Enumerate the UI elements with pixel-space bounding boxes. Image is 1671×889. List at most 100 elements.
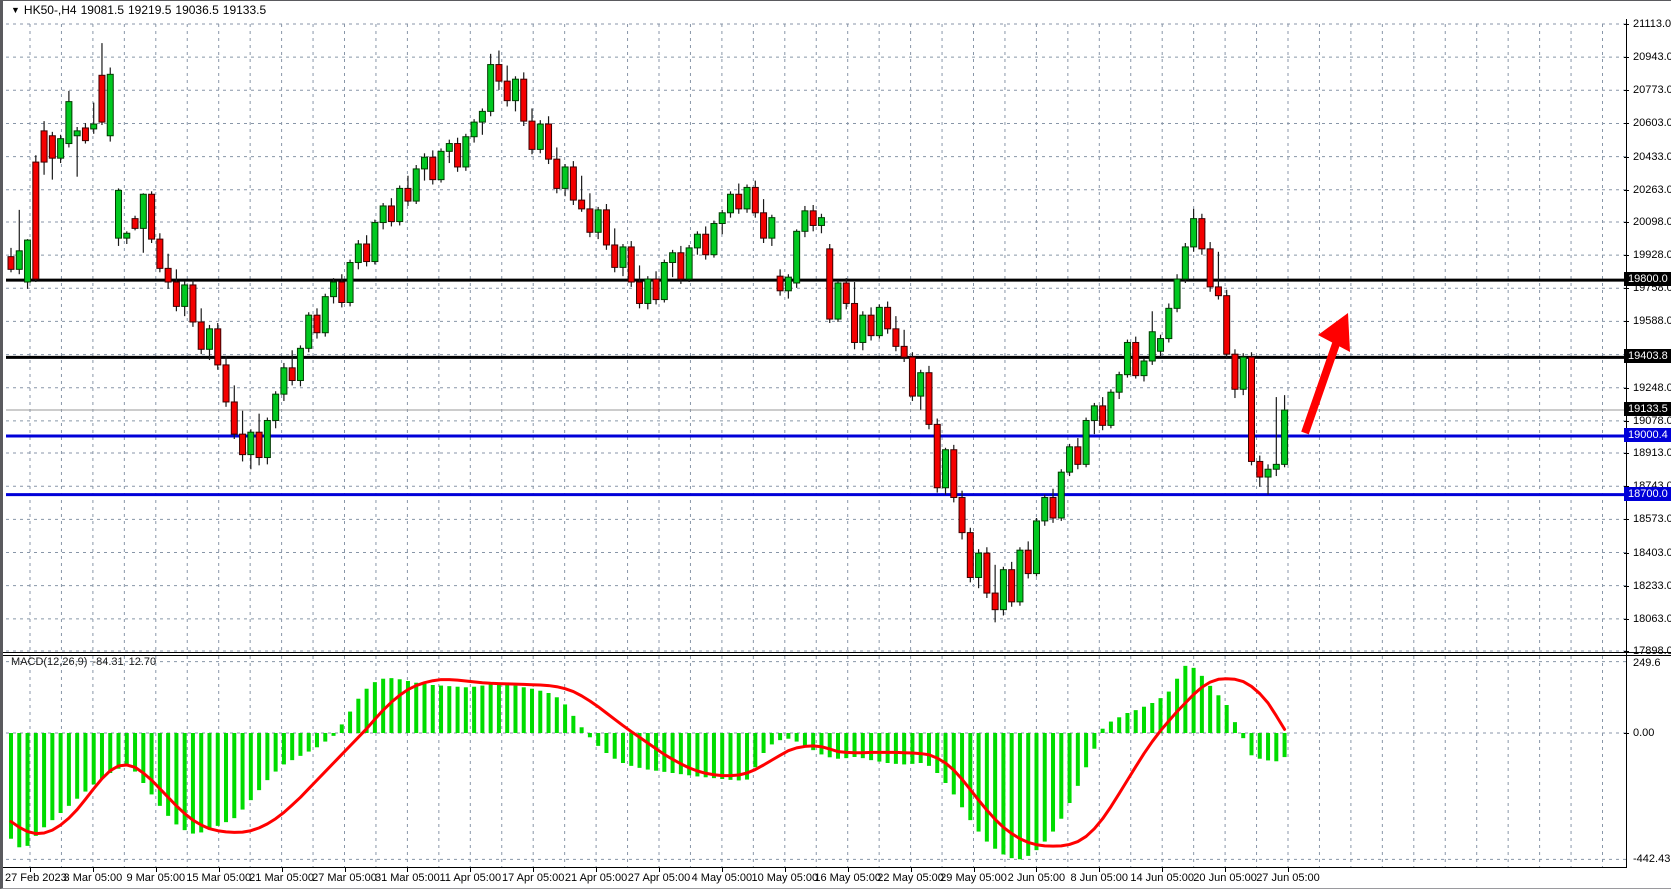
candle-body [1191,219,1197,247]
close-value: 19133.5 [223,3,266,17]
macd-histogram-bar [1216,695,1220,733]
candle-body [455,144,461,167]
candle-body [182,285,188,306]
candle-body [190,285,196,322]
candle-body [355,244,361,263]
macd-histogram-bar [356,699,360,733]
macd-histogram-bar [795,733,799,742]
time-axis-label: 17 Apr 05:00 [498,872,568,884]
macd-histogram-bar [472,687,476,733]
time-axis-label: 29 May 05:00 [939,872,1009,884]
price-axis[interactable] [1626,19,1671,868]
macd-histogram-bar [704,733,708,777]
macd-histogram-bar [67,733,71,806]
candle-body [314,315,320,333]
time-axis-tick [1162,868,1163,872]
macd-histogram-bar [877,733,881,762]
macd-histogram-bar [34,733,38,836]
time-axis-label: 27 Jun 05:00 [1253,872,1323,884]
macd-histogram-bar [216,733,220,826]
candle-body [802,211,808,231]
candle-body [215,329,221,365]
macd-histogram-bar [26,733,30,846]
macd-histogram-bar [778,733,782,740]
candle-body [1174,279,1180,308]
macd-histogram-bar [1150,703,1154,733]
price-axis-border [1626,19,1627,868]
price-chart-canvas[interactable] [6,1,1626,868]
candle-body [694,234,700,248]
candle-body [1042,498,1048,521]
candle-body [992,593,998,610]
macd-histogram-bar [1175,679,1179,733]
macd-histogram-bar [166,733,170,816]
candle-body [612,245,618,267]
candle-body [58,139,64,159]
macd-histogram-bar [1266,733,1270,760]
macd-histogram-bar [423,684,427,733]
candle-body [273,394,279,420]
candle-body [173,282,179,306]
time-axis-tick [533,868,534,872]
macd-histogram-bar [1117,717,1121,733]
candle-body [165,268,171,282]
candle-body [388,206,394,222]
candle-body [1025,550,1031,573]
candle-body [670,253,676,263]
chart-window: ▼HK50-,H419081.519219.519036.519133.5 MA… [0,0,1671,889]
macd-histogram-bar [1109,722,1113,733]
macd-histogram-bar [927,733,931,766]
macd-histogram-bar [42,733,46,827]
candle-body [1249,357,1255,461]
price-tick-label: 18403.0 [1633,546,1671,560]
macd-histogram-bar [836,733,840,759]
candle-body [769,218,775,238]
time-axis-label: 10 May 05:00 [750,872,820,884]
macd-histogram-bar [894,733,898,764]
time-axis-tick [282,868,283,872]
macd-histogram-bar [613,733,617,759]
macd-histogram-bar [968,733,972,820]
hline-price-label: 19403.8 [1624,349,1671,363]
candle-body [645,279,651,303]
candle-body [107,74,113,135]
macd-histogram-bar [398,679,402,733]
macd-histogram-bar [323,733,327,742]
macd-histogram-bar [1225,705,1229,733]
macd-histogram-bar [265,733,269,780]
candle-body [893,329,899,347]
panel-separator-line[interactable] [3,652,1671,653]
candle-body [843,283,849,303]
macd-histogram-bar [1125,713,1129,733]
candle-body [1149,332,1155,361]
time-axis-label: 21 Mar 05:00 [247,872,317,884]
candle-body [1257,461,1263,477]
macd-histogram-bar [993,733,997,849]
time-axis-border [3,867,1627,868]
macd-histogram-bar [1043,733,1047,842]
macd-histogram-bar [1051,733,1055,832]
red-up-arrow-annotation[interactable] [1305,313,1350,433]
macd-histogram-bar [960,733,964,807]
macd-histogram-bar [1092,733,1096,749]
candle-body [82,128,88,141]
macd-histogram-bar [489,684,493,733]
candle-body [157,239,163,268]
candle-body [620,247,626,267]
macd-histogram-bar [1208,686,1212,733]
macd-main-value: -84.31 [92,656,123,668]
price-tick-label: 20603.0 [1633,116,1671,130]
price-tick-label: 20098.0 [1633,215,1671,229]
time-axis-tick [345,868,346,872]
macd-name: MACD(12,26,9) [11,656,87,668]
macd-indicator [9,666,1287,859]
candle-body [281,368,287,394]
candle-body [595,210,601,232]
candle-body [132,219,138,229]
candle-body [1199,219,1205,249]
dropdown-icon[interactable]: ▼ [11,5,20,15]
macd-histogram-bar [431,685,435,733]
macd-histogram-bar [886,733,890,763]
macd-histogram-bar [464,687,468,733]
candle-body [124,233,130,238]
